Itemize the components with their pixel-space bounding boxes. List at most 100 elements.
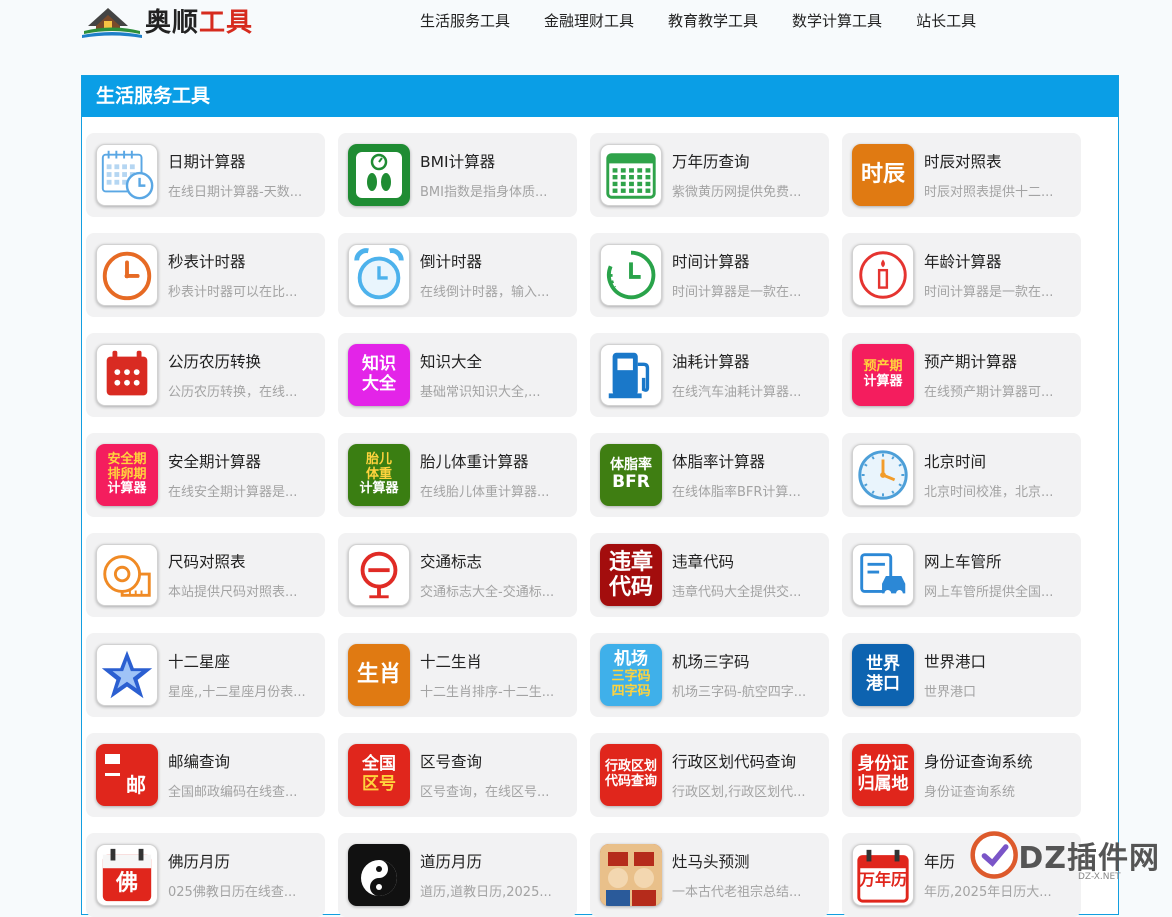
tool-title: 道历月历 [420,853,483,871]
tool-title: 倒计时器 [420,253,483,271]
tool-card[interactable]: 油耗计算器 在线汽车油耗计算器... [590,333,829,417]
tool-title: 尺码对照表 [168,553,246,571]
tool-description: 在线体脂率BFR计算... [672,485,801,500]
tool-description: 全国邮政编码在线查... [168,785,298,800]
tool-title: 时辰对照表 [924,153,1002,171]
tool-card[interactable]: 日期计算器 在线日期计算器-天数... [86,133,325,217]
calendar-grid-icon [600,144,662,206]
tool-card[interactable]: 十二星座 星座,,十二星座月份表... [86,633,325,717]
tool-description: 交通标志大全-交通标... [420,585,555,600]
alarm-clock-icon [348,244,410,306]
tools-panel: 生活服务工具 日期计算器 在线日期计算器-天数... BMI计算器 BMI指数是指身体… [81,75,1119,917]
logo-text-dark: 奥顺 [145,8,200,38]
tool-card[interactable]: 万年历查询 紫微黄历网提供免费... [590,133,829,217]
logo-text-red: 工具 [199,8,254,38]
body-fat-icon: 体脂率 BFR [600,444,662,506]
car-office-icon [852,544,914,606]
icon-label: 时辰 [860,162,905,188]
shichen-icon: 时辰 [852,144,914,206]
nav-education-tools[interactable]: 教育教学工具 [668,10,758,31]
tool-card[interactable]: 倒计时器 在线倒计时器，输入... [338,233,577,317]
tool-title: 日期计算器 [168,153,246,171]
postal-icon: 邮 [96,744,158,806]
tool-description: 十二生肖排序-十二生... [420,685,555,700]
tool-card[interactable]: 佛 佛历月历 025佛教日历在线查... [86,833,325,917]
tool-card[interactable]: 时辰 时辰对照表时辰对照表提供十二... [842,133,1081,217]
world-port-icon: 世界 港口 [852,644,914,706]
tool-description: 时辰对照表提供十二... [924,185,1054,200]
taoist-calendar-icon [348,844,410,906]
tool-description: 行政区划,行政区划代... [672,785,806,800]
tool-title: 区号查询 [420,753,483,771]
tool-card[interactable]: BMI计算器 BMI指数是指身体质... [338,133,577,217]
tool-card[interactable]: 公历农历转换 公历农历转换，在线... [86,333,325,417]
fetal-weight-icon: 胎儿 体重 计算器 [348,444,410,506]
tool-card[interactable]: 违章 代码 违章代码 违章代码大全提供交... [590,533,829,617]
tool-card[interactable]: 交通标志交通标志大全-交通标... [338,533,577,617]
tool-title: 世界港口 [924,653,987,671]
icon-label: 预产期 计算器 [863,359,903,389]
tool-card[interactable]: 行政区划 代码查询 行政区划代码查询 行政区划,行政区划代... [590,733,829,817]
watermark-sub: DZ-X.NET [1078,872,1121,882]
tool-card[interactable]: 世界 港口 世界港口 世界港口 [842,633,1081,717]
tool-card[interactable]: 年龄计算器 时间计算器是一款在... [842,233,1081,317]
nav-life-tools[interactable]: 生活服务工具 [420,10,510,31]
tool-card[interactable]: 邮 邮编查询全国邮政编码在线查... [86,733,325,817]
nav-math-tools[interactable]: 数学计算工具 [792,10,882,31]
tool-card[interactable]: 全国 区号 区号查询 区号查询，在线区号... [338,733,577,817]
tool-card[interactable]: 胎儿 体重 计算器 胎儿体重计算器 在线胎儿体重计算器... [338,433,577,517]
tool-description: 一本古代老祖宗总结... [672,885,802,900]
icon-label: 世界 港口 [866,654,900,694]
beijing-clock-icon [852,444,914,506]
tool-card[interactable]: 安全期 排卵期 计算器 安全期计算器 在线安全期计算器是... [86,433,325,517]
tool-title: 交通标志 [420,553,483,571]
tool-description: 机场三字码-航空四字... [672,685,807,700]
top-nav: 生活服务工具 金融理财工具 教育教学工具 数学计算工具 站长工具 [420,0,1010,40]
tool-description: 本站提供尺码对照表... [168,585,298,600]
icon-label: 生肖 [356,662,401,688]
tool-card[interactable]: 尺码对照表本站提供尺码对照表... [86,533,325,617]
tool-title: 违章代码 [672,553,735,571]
id-card-icon: 身份证 归属地 [852,744,914,806]
tool-card[interactable]: 预产期 计算器 预产期计算器 在线预产期计算器可... [842,333,1081,417]
tool-card[interactable]: 秒表计时器 秒表计时器可以在比... [86,233,325,317]
icon-label: 体脂率 BFR [610,457,652,493]
calendar-red-icon [96,344,158,406]
tool-card[interactable]: 时间计算器时间计算器是一款在... [590,233,829,317]
scale-icon [348,144,410,206]
tool-card[interactable]: 灶马头预测 一本古代老祖宗总结... [590,833,829,917]
candle-icon [852,244,914,306]
tool-description: 秒表计时器可以在比... [168,285,298,300]
icon-label: 身份证 归属地 [857,754,909,794]
tool-card[interactable]: 机场 三字码 四字码 机场三字码 机场三字码-航空四字... [590,633,829,717]
tool-description: 网上车管所提供全国... [924,585,1054,600]
house-logo-icon [82,8,142,38]
fuel-pump-icon [600,344,662,406]
tool-card[interactable]: 网上车管所网上车管所提供全国... [842,533,1081,617]
tool-title: 网上车管所 [924,553,1002,571]
tool-title: 十二星座 [168,653,231,671]
tool-card[interactable]: 知识 大全 知识大全 基础常识知识大全,... [338,333,577,417]
tool-title: 邮编查询 [168,753,231,771]
buddhist-calendar-icon: 佛 [96,844,158,906]
tool-description: BMI指数是指身体质... [420,185,548,200]
tool-card[interactable]: 身份证 归属地 身份证查询系统 身份证查询系统 [842,733,1081,817]
tool-description: 在线胎儿体重计算器... [420,485,550,500]
tool-description: 时间计算器是一款在... [672,285,802,300]
icon-label: 机场 三字码 四字码 [611,649,651,699]
nav-webmaster-tools[interactable]: 站长工具 [916,10,976,31]
tool-title: 时间计算器 [672,253,750,271]
tool-description: 在线安全期计算器是... [168,485,298,500]
icon-label: 知识 大全 [362,354,396,394]
nav-finance-tools[interactable]: 金融理财工具 [544,10,634,31]
icon-label: 行政区划 代码查询 [604,759,657,789]
tool-card[interactable]: 体脂率 BFR 体脂率计算器 在线体脂率BFR计算... [590,433,829,517]
tool-title: 万年历查询 [672,153,750,171]
tool-card[interactable]: 生肖 十二生肖 十二生肖排序-十二生... [338,633,577,717]
violation-code-icon: 违章 代码 [600,544,662,606]
tool-card[interactable]: 道历月历 道历,道教日历,2025... [338,833,577,917]
site-logo[interactable]: 奥顺工具 [82,0,282,40]
kitchen-god-icon [600,844,662,906]
tool-title: 公历农历转换 [168,353,262,371]
tool-card[interactable]: 北京时间 北京时间校准，北京... [842,433,1081,517]
